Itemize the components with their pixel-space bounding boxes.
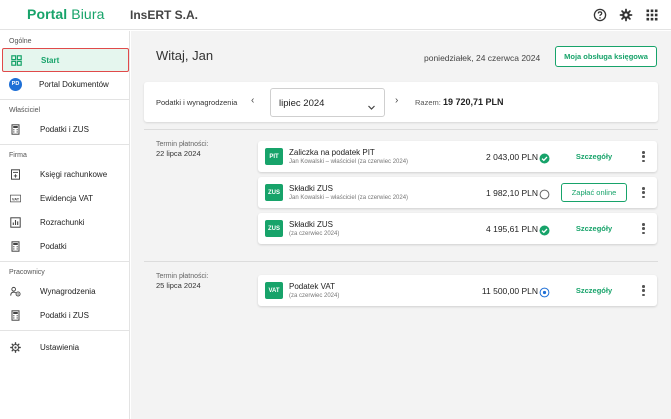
sidebar: Ogólne Start PD Portal Dokumentów Właści… xyxy=(0,31,130,419)
chevron-down-icon xyxy=(367,99,376,110)
sidebar-item-rozrachunki[interactable]: Rozrachunki xyxy=(0,210,129,234)
payment-subtitle: Jan Kowalski – właściciel (za czerwiec 2… xyxy=(289,159,409,165)
sidebar-item-label: Księgi rachunkowe xyxy=(40,169,108,179)
details-button[interactable]: Szczegóły xyxy=(561,147,627,166)
vat-icon: VAT xyxy=(10,193,21,204)
sidebar-item-wlasciciel-podatki-zus[interactable]: Podatki i ZUS xyxy=(0,117,129,141)
sidebar-item-label: Podatki i ZUS xyxy=(40,124,89,134)
sidebar-item-label: Ewidencja VAT xyxy=(40,193,94,203)
payment-title: Podatek VAT xyxy=(289,282,335,291)
vat-tag: VAT xyxy=(265,282,283,299)
sidebar-item-label: Start xyxy=(41,55,60,65)
filter-bar: Podatki i wynagrodzenia ‹ lipiec 2024 › … xyxy=(144,82,658,122)
details-button[interactable]: Szczegóły xyxy=(561,281,627,300)
month-select-value: lipiec 2024 xyxy=(279,98,325,109)
sidebar-section-title: Właściciel xyxy=(9,107,41,114)
details-button[interactable]: Szczegóły xyxy=(561,219,627,238)
payment-subtitle: (za czerwiec 2024) xyxy=(289,293,340,299)
term-date: 22 lipca 2024 xyxy=(156,149,201,158)
payment-group: Termin płatności: 22 lipca 2024 PIT Zali… xyxy=(144,129,658,253)
divider xyxy=(0,330,129,331)
sidebar-item-label: Podatki i ZUS xyxy=(40,310,89,320)
month-select[interactable]: lipiec 2024 xyxy=(270,88,385,117)
empty-circle-icon xyxy=(539,187,550,200)
sidebar-section-title: Ogólne xyxy=(9,38,32,45)
current-date: poniedziałek, 24 czerwca 2024 xyxy=(424,53,541,63)
term-date: 25 lipca 2024 xyxy=(156,281,201,290)
payment-amount: 1 982,10 PLN xyxy=(486,188,538,198)
pay-online-button[interactable]: Zapłać online xyxy=(561,183,627,202)
pit-tag: PIT xyxy=(265,148,283,165)
sidebar-item-label: Portal Dokumentów xyxy=(39,79,109,89)
payment-term: Termin płatności: 25 lipca 2024 xyxy=(156,272,209,290)
sidebar-item-portal-dokumentow[interactable]: PD Portal Dokumentów xyxy=(0,72,129,96)
payment-subtitle: (za czerwiec 2024) xyxy=(289,231,340,237)
payment-card: ZUS Składki ZUS (za czerwiec 2024) 4 195… xyxy=(258,213,657,244)
svg-text:VAT: VAT xyxy=(12,196,20,201)
term-label: Termin płatności: xyxy=(156,141,209,148)
gear-icon[interactable] xyxy=(619,8,633,22)
payment-title: Składki ZUS xyxy=(289,184,334,193)
chart-icon xyxy=(10,216,21,228)
payment-subtitle: Jan Kowalski – właściciel (za czerwiec 2… xyxy=(289,195,409,201)
more-options-icon[interactable] xyxy=(642,151,645,162)
pd-badge-icon: PD xyxy=(9,77,22,91)
total-value: 19 720,71 PLN xyxy=(442,97,504,107)
ledger-icon xyxy=(10,168,21,180)
sidebar-item-label: Rozrachunki xyxy=(40,217,85,227)
payroll-icon xyxy=(10,286,21,297)
term-label: Termin płatności: xyxy=(156,273,209,280)
payment-card: PIT Zaliczka na podatek PIT Jan Kowalski… xyxy=(258,141,657,172)
sidebar-item-wynagrodzenia[interactable]: Wynagrodzenia xyxy=(0,279,129,303)
more-options-icon[interactable] xyxy=(642,187,645,198)
apps-grid-icon[interactable] xyxy=(645,8,659,22)
payment-card: VAT Podatek VAT (za czerwiec 2024) 11 50… xyxy=(258,275,657,306)
payment-term: Termin płatności: 22 lipca 2024 xyxy=(156,140,209,158)
gear-icon xyxy=(10,341,21,353)
calculator-icon xyxy=(10,309,21,321)
help-icon[interactable] xyxy=(593,8,607,22)
payment-title: Zaliczka na podatek PIT xyxy=(289,148,375,157)
calculator-icon xyxy=(10,240,21,252)
company-name: InsERT S.A. xyxy=(130,8,199,22)
app-logo[interactable]: Portal Biura xyxy=(27,6,104,22)
sidebar-item-ustawienia[interactable]: Ustawienia xyxy=(0,335,129,359)
more-options-icon[interactable] xyxy=(642,223,645,234)
sidebar-item-start[interactable]: Start xyxy=(2,48,129,72)
sidebar-item-podatki[interactable]: Podatki xyxy=(0,234,129,258)
payment-amount: 2 043,00 PLN xyxy=(486,152,538,162)
top-bar: Portal Biura InsERT S.A. xyxy=(0,0,671,30)
page-title: Witaj, Jan xyxy=(156,48,214,63)
sidebar-item-label: Ustawienia xyxy=(40,342,80,352)
sidebar-section-title: Pracownicy xyxy=(9,269,45,276)
payment-amount: 4 195,61 PLN xyxy=(486,224,538,234)
total-label: Razem: xyxy=(415,98,441,107)
payment-amount: 11 500,00 PLN xyxy=(481,286,538,296)
check-circle-icon xyxy=(539,223,550,236)
more-options-icon[interactable] xyxy=(642,285,645,296)
dashboard-icon xyxy=(11,54,22,66)
filter-label: Podatki i wynagrodzenia xyxy=(156,98,238,107)
zus-tag: ZUS xyxy=(265,184,283,201)
total-summary: Razem: 19 720,71 PLN xyxy=(415,97,503,107)
main-content: Witaj, Jan poniedziałek, 24 czerwca 2024… xyxy=(131,31,671,419)
sidebar-item-ksiegi-rachunkowe[interactable]: Księgi rachunkowe xyxy=(0,162,129,186)
sidebar-item-pracownicy-podatki-zus[interactable]: Podatki i ZUS xyxy=(0,303,129,327)
calculator-icon xyxy=(10,123,21,135)
zus-tag: ZUS xyxy=(265,220,283,237)
info-circle-icon xyxy=(539,285,550,298)
payment-group: Termin płatności: 25 lipca 2024 VAT Poda… xyxy=(144,261,658,321)
chevron-left-icon[interactable]: ‹ xyxy=(251,95,254,106)
sidebar-item-label: Podatki xyxy=(40,241,67,251)
sidebar-section-title: Firma xyxy=(9,152,27,159)
sidebar-item-label: Wynagrodzenia xyxy=(40,286,96,296)
accountant-service-button[interactable]: Moja obsługa księgowa xyxy=(555,46,657,67)
payment-title: Składki ZUS xyxy=(289,220,334,229)
payment-card: ZUS Składki ZUS Jan Kowalski – właścicie… xyxy=(258,177,657,208)
check-circle-icon xyxy=(539,151,550,164)
chevron-right-icon[interactable]: › xyxy=(395,95,398,106)
sidebar-item-ewidencja-vat[interactable]: VAT Ewidencja VAT xyxy=(0,186,129,210)
